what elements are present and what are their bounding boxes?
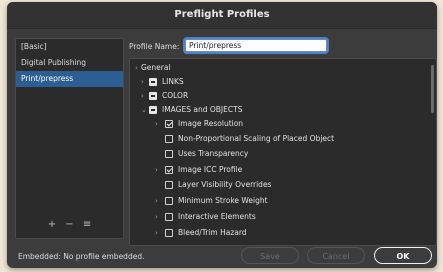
preflight-rules-tree: › General › LINKS › COLOR ⌄ IMAGES and O… <box>129 58 437 246</box>
profiles-list: [Basic] Digital Publishing Print/prepres… <box>15 38 124 239</box>
unchecked-checkbox-icon[interactable] <box>165 181 173 189</box>
tree-row-label: Image ICC Profile <box>178 165 243 174</box>
mixed-checkbox-icon[interactable] <box>149 92 157 100</box>
profile-item-basic[interactable]: [Basic] <box>16 39 123 55</box>
cancel-button[interactable]: Cancel <box>307 247 365 264</box>
expand-caret-icon[interactable]: › <box>155 117 158 131</box>
tree-row-label: Interactive Elements <box>178 212 256 221</box>
tree-row-label: Bleed/Trim Hazard <box>178 228 247 237</box>
mixed-checkbox-icon[interactable] <box>149 78 157 86</box>
tree-row-label: Uses Transparency <box>178 149 249 158</box>
profile-name-label: Profile Name: <box>129 42 180 51</box>
expand-caret-icon[interactable]: › <box>155 194 158 208</box>
unchecked-checkbox-icon[interactable] <box>165 135 173 143</box>
expand-caret-icon[interactable]: › <box>155 163 158 177</box>
expand-caret-icon[interactable]: › <box>141 75 144 89</box>
profile-item-print-prepress[interactable]: Print/prepress <box>16 71 123 87</box>
ok-button[interactable]: OK <box>374 247 432 264</box>
unchecked-checkbox-icon[interactable] <box>165 150 173 158</box>
unchecked-checkbox-icon[interactable] <box>165 197 173 205</box>
expand-caret-icon[interactable]: › <box>155 210 158 224</box>
save-button[interactable]: Save <box>241 247 299 264</box>
profile-item-digital-publishing[interactable]: Digital Publishing <box>16 55 123 71</box>
checked-checkbox-icon[interactable] <box>165 120 173 128</box>
preflight-profiles-dialog: Preflight Profiles [Basic] Digital Publi… <box>7 2 437 268</box>
unchecked-checkbox-icon[interactable] <box>165 229 173 237</box>
tree-row-label: COLOR <box>162 91 189 100</box>
tree-row-label: General <box>141 63 171 72</box>
profile-list-toolbar: + − ≡ <box>16 219 123 231</box>
collapse-caret-icon[interactable]: ⌄ <box>141 103 147 117</box>
add-profile-icon[interactable]: + <box>48 219 56 231</box>
profile-name-input[interactable] <box>185 39 327 52</box>
tree-row-label: Layer Visibility Overrides <box>178 180 272 189</box>
embedded-profile-status: Embedded: No profile embedded. <box>18 252 145 261</box>
tree-row-label: Minimum Stroke Weight <box>178 196 268 205</box>
tree-row-label: IMAGES and OBJECTS <box>162 105 243 114</box>
mixed-checkbox-icon[interactable] <box>149 106 157 114</box>
expand-caret-icon[interactable]: › <box>155 226 158 240</box>
profile-menu-icon[interactable]: ≡ <box>83 219 91 231</box>
tree-row-label: Image Resolution <box>178 119 244 128</box>
unchecked-checkbox-icon[interactable] <box>165 213 173 221</box>
remove-profile-icon[interactable]: − <box>65 219 73 231</box>
checked-checkbox-icon[interactable] <box>165 166 173 174</box>
tree-scrollbar[interactable] <box>431 65 434 113</box>
title-bar[interactable]: Preflight Profiles <box>7 2 437 29</box>
expand-caret-icon[interactable]: › <box>135 61 138 75</box>
expand-caret-icon[interactable]: › <box>141 89 144 103</box>
tree-row-label: Non-Proportional Scaling of Placed Objec… <box>178 134 335 143</box>
tree-row-label: LINKS <box>162 77 184 86</box>
dialog-title: Preflight Profiles <box>174 9 270 20</box>
